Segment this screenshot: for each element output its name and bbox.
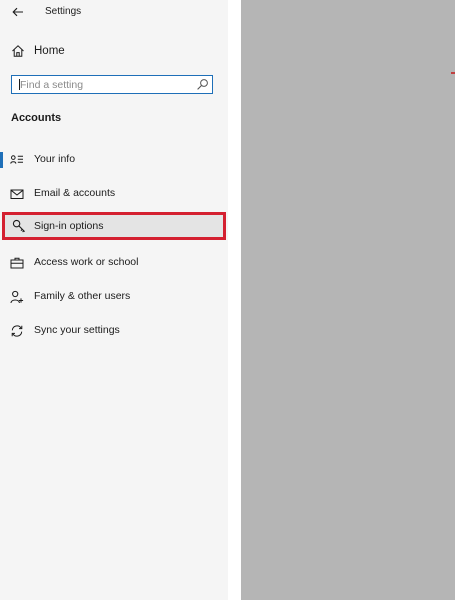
home-label: Home bbox=[34, 45, 65, 57]
window-title: Settings bbox=[45, 6, 82, 17]
person-card-icon bbox=[10, 153, 24, 167]
key-icon bbox=[12, 219, 26, 233]
nav-item-label: Sync your settings bbox=[34, 324, 120, 336]
search-input[interactable] bbox=[12, 76, 192, 93]
person-add-icon bbox=[10, 290, 24, 304]
nav-item-label: Family & other users bbox=[34, 290, 131, 302]
nav-item-label: Your info bbox=[34, 153, 76, 165]
selection-indicator bbox=[0, 152, 3, 168]
nav-item-your-info[interactable]: Your info bbox=[0, 145, 228, 175]
settings-sidebar: Settings Home Accounts Your bbox=[0, 0, 228, 600]
home-link[interactable]: Home bbox=[0, 40, 228, 64]
home-icon bbox=[11, 44, 25, 58]
envelope-icon bbox=[10, 187, 24, 201]
search-box[interactable] bbox=[11, 75, 213, 94]
nav-item-label: Access work or school bbox=[34, 256, 139, 268]
sync-icon bbox=[10, 324, 24, 338]
briefcase-icon bbox=[10, 256, 24, 270]
title-bar: Settings bbox=[0, 0, 228, 26]
nav-item-label: Sign-in options bbox=[34, 220, 104, 232]
nav-item-sync-settings[interactable]: Sync your settings bbox=[0, 316, 228, 346]
nav-item-label: Email & accounts bbox=[34, 187, 116, 199]
content-pane-marker bbox=[451, 72, 455, 74]
nav-item-access-work-school[interactable]: Access work or school bbox=[0, 248, 228, 278]
pane-divider bbox=[228, 0, 241, 600]
search-icon[interactable] bbox=[196, 78, 209, 91]
content-pane bbox=[241, 0, 455, 600]
back-button[interactable] bbox=[8, 3, 28, 21]
section-heading-accounts: Accounts bbox=[11, 112, 62, 124]
nav-item-family-other-users[interactable]: Family & other users bbox=[0, 282, 228, 312]
back-arrow-icon bbox=[12, 7, 24, 17]
nav-item-sign-in-options[interactable]: Sign-in options bbox=[2, 212, 226, 240]
nav-item-email-accounts[interactable]: Email & accounts bbox=[0, 179, 228, 209]
